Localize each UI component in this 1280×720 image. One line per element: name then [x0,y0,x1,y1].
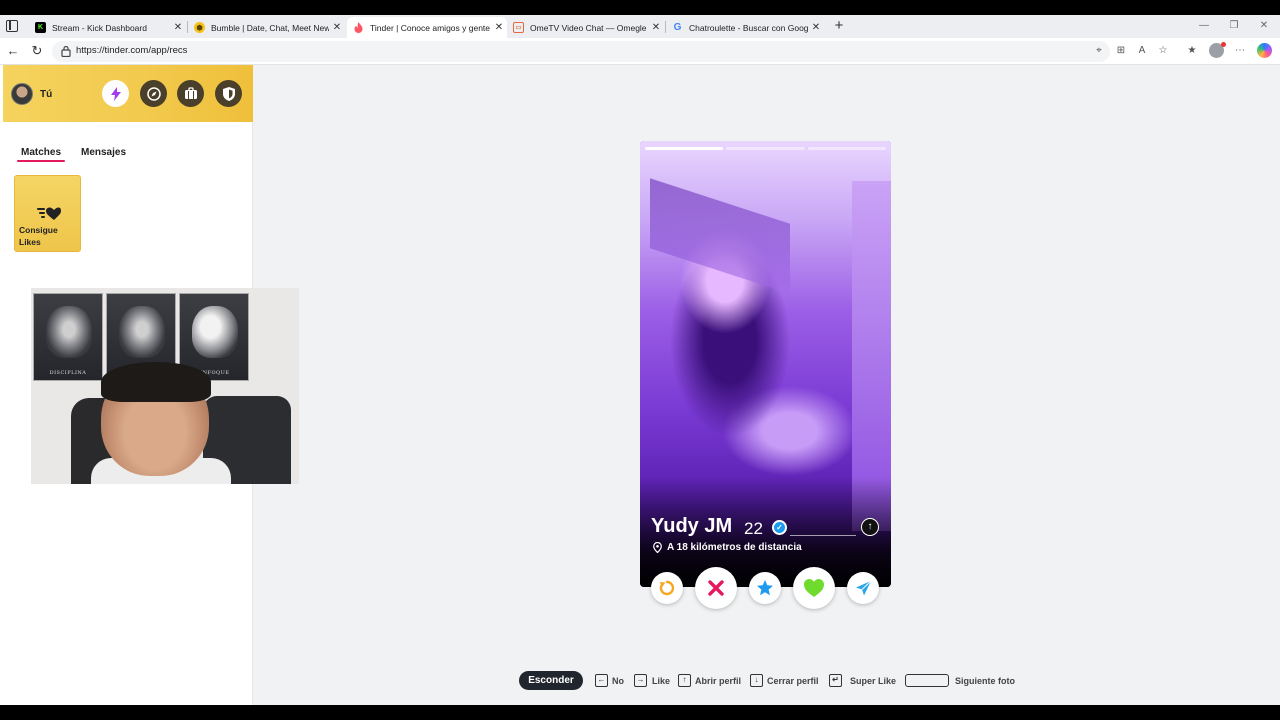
get-likes-label: Consigue Likes [19,225,58,247]
address-bar[interactable]: https://tinder.com/app/recs ⌖ [52,41,1110,62]
likes-heart-icon [37,207,61,220]
sidebar: Tú Matches Mensajes Consigue Likes DISCI… [0,65,299,705]
tab-title: Tinder | Conoce amigos y gente n [370,22,491,33]
rewind-icon [659,580,675,596]
poster-caption: DISCIPLINA [49,370,87,376]
enter-key-icon: ↵ [829,674,842,687]
tab-matches[interactable]: Matches [16,147,66,162]
distance-label: A 18 kilómetros de distancia [667,542,802,553]
streamer-hair [101,362,211,402]
browser-window: K Stream - Kick Dashboard ✕ ⬢ Bumble | D… [0,15,1280,705]
photo-indicator[interactable] [726,147,805,150]
divider [790,535,856,536]
right-arrow-key-icon: → [634,674,647,687]
boost-button[interactable] [102,80,129,107]
nope-button[interactable] [695,567,737,609]
keyboard-shortcuts: Esconder ← No → Like ↑ Abrir perfil ↓ Ce… [0,661,1280,691]
apps-icon[interactable]: ⊞ [1114,44,1128,58]
tab-strip: K Stream - Kick Dashboard ✕ ⬢ Bumble | D… [0,15,1280,38]
get-likes-card[interactable]: Consigue Likes [14,175,81,252]
verified-badge-icon: ✓ [772,520,787,535]
location-icon[interactable]: ⌖ [1092,44,1106,58]
left-arrow-key-icon: ← [595,674,608,687]
url-text[interactable]: https://tinder.com/app/recs [76,45,187,56]
photo-indicator[interactable] [645,147,724,150]
tinder-page: Tú Matches Mensajes Consigue Likes DISCI… [0,65,1280,705]
ometv-icon: ▭ [513,22,524,33]
tab-title: OmeTV Video Chat — Omegle Ra [530,22,648,33]
tab-actions-icon[interactable] [6,20,18,32]
like-icon [804,579,824,597]
close-tab-icon[interactable]: ✕ [491,22,507,33]
new-tab-icon[interactable]: + [832,17,846,35]
more-menu-icon[interactable]: ⋯ [1233,44,1247,58]
back-icon[interactable]: ← [4,42,22,60]
tab-title: Bumble | Date, Chat, Meet New Pe [211,22,329,33]
tab-tinder[interactable]: Tinder | Conoce amigos y gente n ✕ [347,17,507,38]
restore-icon[interactable]: ❐ [1225,17,1243,35]
photo-progress [645,147,886,150]
tab-kick[interactable]: K Stream - Kick Dashboard ✕ [29,17,186,38]
boost-icon [855,580,871,595]
close-tab-icon[interactable]: ✕ [170,22,186,33]
work-mode-button[interactable] [177,80,204,107]
shield-icon [222,86,235,101]
lion-poster: DISCIPLINA [33,293,103,381]
read-aloud-icon[interactable]: A [1135,44,1149,58]
shortcut-label: Abrir perfil [695,676,742,686]
copilot-icon[interactable] [1257,43,1272,58]
favorites-icon[interactable]: ★ [1185,44,1199,58]
webcam-overlay: DISCIPLINA ENFOQUE [31,288,299,484]
kick-icon: K [35,22,46,33]
avatar[interactable] [11,83,33,105]
bumble-icon: ⬢ [194,22,205,33]
like-button[interactable] [793,567,835,609]
location-pin-icon [653,542,662,553]
close-window-icon[interactable]: ✕ [1255,17,1273,35]
open-profile-icon[interactable]: ↑ [861,518,879,536]
profile-avatar-icon[interactable] [1209,42,1226,58]
tinder-icon [353,22,364,33]
profile-card[interactable]: Yudy JM 22 ✓ ↑ A 18 kilómetros de distan… [640,141,891,587]
super-like-icon [757,580,773,596]
tab-google[interactable]: G Chatroulette - Buscar con Google ✕ [666,17,824,38]
space-key-icon [905,674,949,687]
favorite-icon[interactable]: ☆ [1156,44,1170,58]
tab-bumble[interactable]: ⬢ Bumble | Date, Chat, Meet New Pe ✕ [188,17,345,38]
down-arrow-key-icon: ↓ [750,674,763,687]
tab-mensajes[interactable]: Mensajes [81,147,126,158]
close-tab-icon[interactable]: ✕ [329,22,345,33]
tab-title: Chatroulette - Buscar con Google [689,22,808,33]
super-like-button[interactable] [749,572,781,604]
minimize-icon[interactable]: — [1195,17,1213,35]
shortcut-label: Super Like [850,676,897,686]
profile-name: Yudy JM [651,515,733,537]
profile-age: 22 [744,519,763,538]
explore-icon [146,86,161,101]
up-arrow-key-icon: ↑ [678,674,691,687]
profile-label[interactable]: Tú [40,89,52,100]
photo-indicator[interactable] [807,147,886,150]
safety-button[interactable] [215,80,242,107]
briefcase-icon [184,87,197,99]
reload-icon[interactable]: ↻ [28,42,46,60]
shortcut-label: Like [652,676,671,686]
bolt-icon [110,86,121,101]
site-info-icon[interactable] [61,45,71,57]
nope-icon [708,580,724,596]
tab-title: Stream - Kick Dashboard [52,22,147,33]
close-tab-icon[interactable]: ✕ [808,22,824,33]
shortcut-label: No [612,676,624,686]
google-icon: G [673,22,682,33]
shortcut-label: Siguiente foto [955,676,1015,686]
rewind-button[interactable] [651,572,683,604]
hide-shortcuts-button[interactable]: Esconder [519,671,583,690]
shortcut-label: Cerrar perfil [767,676,819,686]
boost-button[interactable] [847,572,879,604]
tab-ometv[interactable]: ▭ OmeTV Video Chat — Omegle Ra ✕ [507,17,664,38]
sidebar-header: Tú [3,65,253,122]
browser-toolbar: ← ↻ https://tinder.com/app/recs ⌖ ⊞ A ☆ … [0,38,1280,65]
explore-button[interactable] [140,80,167,107]
close-tab-icon[interactable]: ✕ [648,22,664,33]
